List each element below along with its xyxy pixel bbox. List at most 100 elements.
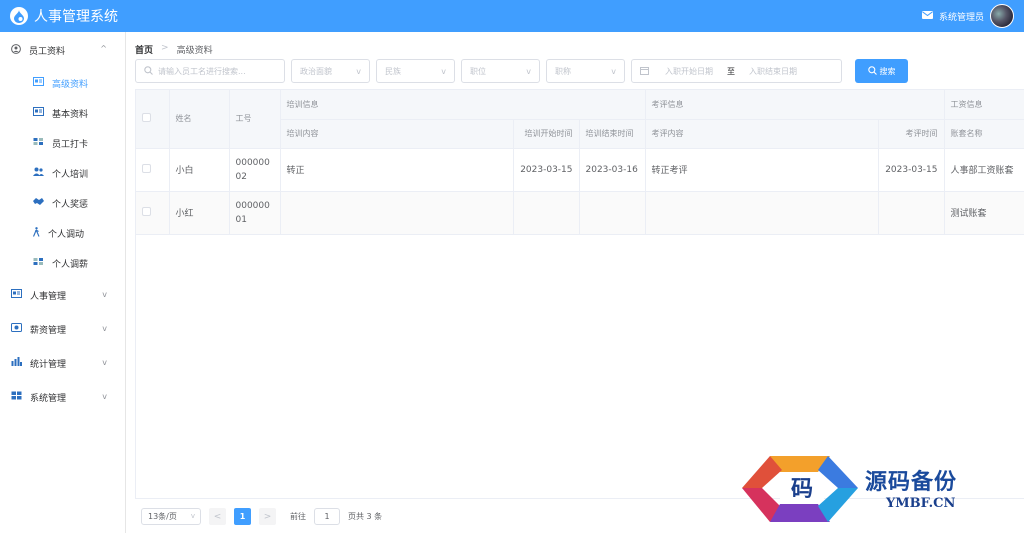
table-row[interactable]: 小白 00000002 转正 2023-03-15 2023-03-16 转正考…: [136, 148, 1024, 192]
grid-card-icon: [33, 257, 44, 269]
windows-icon: [11, 391, 22, 403]
cell-appraise-content: [645, 191, 879, 235]
chevron-down-icon: v: [441, 67, 446, 76]
page-size-value: 13条/页: [148, 512, 177, 521]
row-checkbox[interactable]: [142, 163, 151, 173]
watermark-text: 源码备份: [865, 469, 958, 495]
money-icon: [11, 323, 22, 335]
sidebar-item-rewards[interactable]: 个人奖惩: [0, 188, 125, 218]
search-icon: [867, 65, 877, 77]
sidebar-item-advanced[interactable]: 高级资料: [0, 68, 125, 98]
row-select[interactable]: [136, 148, 170, 192]
page-number-current[interactable]: 1: [234, 508, 251, 525]
position-select[interactable]: 职位 v: [461, 59, 540, 83]
cell-training-start: [513, 191, 580, 235]
user-group-icon: [33, 167, 44, 179]
cell-appraise-content: 转正考评: [645, 148, 879, 192]
header-salary-group: 工资信息: [944, 90, 1024, 120]
sidebar-group-label: 统计管理: [30, 359, 67, 370]
top-header: 人事管理系统 系统管理员: [0, 0, 1024, 32]
goto-label: 前往: [290, 512, 306, 521]
sidebar-item-basic[interactable]: 基本资料: [0, 98, 125, 128]
chevron-down-icon: v: [356, 67, 361, 76]
goto-page-input[interactable]: 1: [314, 508, 340, 525]
row-select[interactable]: [136, 191, 170, 235]
drupal-logo-icon: [10, 7, 28, 25]
clock-card-icon: [33, 137, 44, 149]
header-select-all[interactable]: [136, 90, 170, 149]
header-name: 姓名: [169, 90, 230, 149]
sidebar-item-training[interactable]: 个人培训: [0, 158, 125, 188]
calendar-icon: [640, 66, 649, 77]
employee-table: 姓名 工号 培训信息 考评信息 工资信息 培训内容 培训开始时间 培训结束时间 …: [135, 89, 1024, 499]
select-all-checkbox[interactable]: [142, 113, 151, 123]
walking-person-icon: [32, 226, 40, 240]
header-appraise-date: 考评时间: [878, 119, 945, 149]
header-appraise-group: 考评信息: [645, 90, 945, 120]
chevron-down-icon: v: [102, 392, 107, 401]
handshake-icon: [33, 197, 44, 209]
sidebar-item-label: 基本资料: [52, 109, 89, 120]
breadcrumb-current: 高级资料: [176, 46, 213, 56]
sidebar-group-system[interactable]: 系统管理 v: [0, 380, 125, 414]
cell-appraise-date: [878, 191, 945, 235]
chevron-down-icon: v: [611, 67, 616, 76]
cell-appraise-date: 2023-03-15: [878, 148, 945, 192]
id-card-icon: [33, 107, 44, 119]
date-start-placeholder[interactable]: 入职开始日期: [665, 66, 713, 77]
sidebar-item-clockin[interactable]: 员工打卡: [0, 128, 125, 158]
cell-salary-account: 测试账套: [944, 191, 1024, 235]
position-placeholder: 职位: [470, 66, 486, 76]
job-title-placeholder: 职称: [555, 66, 571, 76]
watermark-domain: YMBF.CN: [886, 496, 956, 511]
user-name[interactable]: 系统管理员: [939, 10, 984, 23]
sidebar-item-label: 个人调动: [48, 229, 85, 240]
watermark-logo: 码 源码备份 YMBF.CN: [740, 452, 1024, 526]
sidebar-group-stats[interactable]: 统计管理 v: [0, 346, 125, 380]
chevron-down-icon: v: [102, 358, 107, 367]
cell-training-start: 2023-03-15: [513, 148, 580, 192]
prev-page-button[interactable]: <: [209, 508, 226, 525]
hire-date-range[interactable]: 入职开始日期 至 入职结束日期: [631, 59, 842, 83]
political-placeholder: 政治面貌: [300, 66, 332, 76]
cell-training-end: 2023-03-16: [579, 148, 646, 192]
user-circle-icon: [11, 43, 21, 57]
search-input[interactable]: 请输入员工名进行搜索...: [135, 59, 285, 83]
sidebar-group-hr[interactable]: 人事管理 v: [0, 278, 125, 312]
chevron-down-icon: v: [190, 512, 195, 520]
chevron-down-icon: v: [526, 67, 531, 76]
political-select[interactable]: 政治面貌 v: [291, 59, 370, 83]
watermark-logo-char: 码: [791, 476, 813, 502]
filter-bar: 请输入员工名进行搜索... 政治面貌 v 民族 v 职位 v 职称 v 入职开始…: [135, 59, 908, 83]
row-checkbox[interactable]: [142, 206, 151, 216]
sidebar-item-transfer[interactable]: 个人调动: [0, 218, 125, 248]
job-title-select[interactable]: 职称 v: [546, 59, 625, 83]
mail-icon[interactable]: [921, 10, 933, 22]
cell-work-id: 00000001: [229, 191, 281, 235]
nation-select[interactable]: 民族 v: [376, 59, 455, 83]
id-card-icon: [33, 77, 44, 89]
search-placeholder: 请输入员工名进行搜索...: [158, 66, 246, 76]
cell-work-id: 00000002: [229, 148, 281, 192]
sidebar-item-label: 个人培训: [52, 169, 89, 180]
avatar[interactable]: [990, 4, 1014, 28]
sidebar-group-salary[interactable]: 薪资管理 v: [0, 312, 125, 346]
sidebar-item-label: 个人奖惩: [52, 199, 89, 210]
header-appraise-content: 考评内容: [645, 119, 879, 149]
breadcrumb-separator-icon: >: [161, 43, 169, 53]
date-end-placeholder[interactable]: 入职结束日期: [749, 66, 797, 77]
header-training-start: 培训开始时间: [513, 119, 580, 149]
bar-chart-icon: [11, 357, 22, 369]
sidebar-item-salary-adjust[interactable]: 个人调薪: [0, 248, 125, 278]
user-menu[interactable]: 系统管理员: [921, 4, 1014, 28]
breadcrumb-home[interactable]: 首页: [135, 43, 153, 56]
search-button[interactable]: 搜索: [855, 59, 908, 83]
header-work-id: 工号: [229, 90, 281, 149]
cell-name: 小白: [169, 148, 230, 192]
chevron-up-icon: ^: [100, 44, 107, 53]
chevron-down-icon: v: [102, 290, 107, 299]
table-row[interactable]: 小红 00000001 测试账套: [136, 191, 1024, 235]
page-size-select[interactable]: 13条/页 v: [141, 508, 201, 525]
sidebar-group-employee[interactable]: 员工资料 ^: [0, 32, 125, 68]
next-page-button[interactable]: >: [259, 508, 276, 525]
